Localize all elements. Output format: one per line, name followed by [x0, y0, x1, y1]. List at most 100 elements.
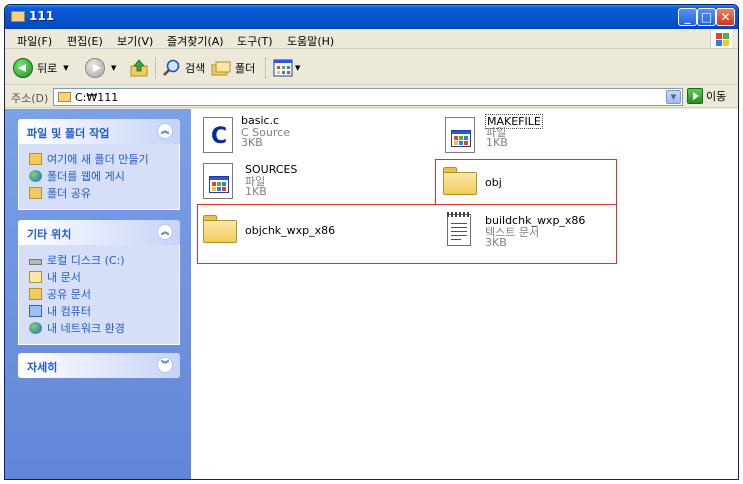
generic-file-icon [445, 117, 475, 153]
address-path[interactable]: C:₩111 [75, 91, 118, 104]
folders-button[interactable]: 폴더 [211, 57, 255, 79]
share-folder-link[interactable]: 폴더 공유 [29, 184, 171, 201]
menu-help[interactable]: 도움말(H) [287, 33, 334, 49]
panel-body: 로컬 디스크 (C:) 내 문서 공유 문서 내 컴퓨터 내 네트워크 환경 [18, 245, 180, 345]
shared-documents-link[interactable]: 공유 문서 [29, 285, 171, 302]
panel-body: 여기에 새 폴더 만들기 폴더를 웹에 게시 폴더 공유 [18, 144, 180, 210]
link-label: 폴더를 웹에 게시 [47, 169, 125, 183]
folder-name: objchk_wxp_x86 [245, 224, 336, 237]
details-panel: 자세히 ︾ [18, 353, 180, 378]
computer-icon [29, 304, 42, 317]
chevron-down-icon[interactable]: ▼ [111, 64, 116, 72]
toolbar-separator [155, 57, 156, 79]
link-label: 내 컴퓨터 [47, 304, 91, 318]
panel-header[interactable]: 자세히 ︾ [18, 353, 180, 378]
panel-header[interactable]: 기타 위치 ︽ [18, 220, 180, 245]
folders-icon [211, 61, 231, 76]
chevron-down-icon[interactable]: ▼ [666, 90, 681, 104]
title-bar[interactable]: 111 _ □ ✕ [5, 5, 738, 29]
file-item-sources[interactable]: SOURCES 파일 1KB [197, 157, 417, 205]
disk-drive-icon [29, 258, 42, 265]
link-label: 내 문서 [47, 270, 81, 284]
my-documents-link[interactable]: 내 문서 [29, 268, 171, 285]
folders-label: 폴더 [235, 62, 256, 75]
views-grid-icon [273, 59, 293, 77]
share-folder-icon [29, 186, 42, 199]
task-pane: 파일 및 폴더 작업 ︽ 여기에 새 폴더 만들기 폴더를 웹에 게시 폴더 공… [5, 109, 191, 479]
menu-favorites[interactable]: 즐겨찾기(A) [167, 33, 224, 49]
expand-chevron-icon[interactable]: ︾ [157, 357, 173, 373]
search-label: 검색 [185, 62, 206, 75]
text-document-icon [447, 212, 471, 246]
views-button[interactable]: ▼ [273, 57, 300, 79]
window-title: 111 [29, 9, 55, 23]
file-item-buildchk[interactable]: buildchk_wxp_x86 텍스트 문서 3KB [439, 207, 615, 255]
address-input[interactable]: C:₩111 ▼ [53, 88, 683, 106]
up-folder-button[interactable] [129, 57, 149, 79]
back-button[interactable]: 뒤로 ▼ [13, 57, 69, 79]
address-bar: 주소(D) C:₩111 ▼ 이동 [5, 86, 738, 108]
folder-item-objchk[interactable]: objchk_wxp_x86 [199, 209, 419, 253]
folder-icon [203, 215, 237, 243]
address-label: 주소(D) [11, 92, 49, 105]
file-size: 1KB [486, 136, 508, 149]
c-source-icon: C [203, 117, 233, 153]
folder-item-obj[interactable]: obj [439, 161, 615, 205]
minimize-button[interactable]: _ [678, 8, 697, 26]
toolbar: 뒤로 ▼ ▼ 검색 폴더 ▼ [5, 50, 738, 85]
windows-logo-icon [710, 30, 732, 48]
panel-header[interactable]: 파일 및 폴더 작업 ︽ [18, 119, 180, 144]
go-label: 이동 [706, 90, 727, 103]
folder-icon [443, 167, 477, 195]
network-icon [29, 321, 42, 334]
folder-icon [11, 11, 25, 22]
search-icon [163, 59, 180, 76]
up-folder-icon [130, 59, 148, 77]
explorer-window: 111 _ □ ✕ 파일(F) 편집(E) 보기(V) 즐겨찾기(A) 도구(T… [4, 4, 739, 480]
other-places-panel: 기타 위치 ︽ 로컬 디스크 (C:) 내 문서 공유 문서 내 컴퓨터 내 네… [18, 220, 180, 345]
back-label: 뒤로 [37, 62, 58, 75]
panel-title: 기타 위치 [27, 228, 72, 241]
shared-documents-icon [29, 287, 42, 300]
my-network-link[interactable]: 내 네트워크 환경 [29, 319, 171, 336]
menu-bar: 파일(F) 편집(E) 보기(V) 즐겨찾기(A) 도구(T) 도움말(H) [5, 29, 738, 49]
search-button[interactable]: 검색 [161, 57, 205, 79]
chevron-down-icon[interactable]: ▼ [63, 64, 68, 72]
link-label: 로컬 디스크 (C:) [47, 253, 125, 267]
collapse-chevron-icon[interactable]: ︽ [157, 123, 173, 139]
folder-icon [58, 92, 71, 102]
my-computer-link[interactable]: 내 컴퓨터 [29, 302, 171, 319]
my-documents-icon [29, 270, 42, 283]
generic-file-icon [203, 163, 233, 199]
panel-title: 파일 및 폴더 작업 [27, 127, 110, 140]
back-arrow-icon [13, 58, 33, 78]
menu-edit[interactable]: 편집(E) [67, 33, 103, 49]
close-button[interactable]: ✕ [716, 8, 735, 26]
menu-tools[interactable]: 도구(T) [237, 33, 273, 49]
file-list: C basic.c C Source 3KB MAKEFILE 파일 1KB S… [191, 109, 738, 479]
menu-view[interactable]: 보기(V) [117, 33, 153, 49]
file-item-basic-c[interactable]: C basic.c C Source 3KB [197, 109, 417, 157]
toolbar-separator [265, 57, 266, 79]
panel-title: 자세히 [27, 361, 58, 374]
file-item-makefile[interactable]: MAKEFILE 파일 1KB [439, 109, 659, 157]
link-label: 폴더 공유 [47, 186, 91, 200]
publish-to-web-link[interactable]: 폴더를 웹에 게시 [29, 167, 171, 184]
folder-name: obj [485, 176, 502, 189]
go-arrow-icon [687, 88, 703, 104]
file-size: 3KB [241, 136, 263, 149]
new-folder-link[interactable]: 여기에 새 폴더 만들기 [29, 150, 171, 167]
forward-button[interactable]: ▼ [85, 57, 116, 79]
forward-arrow-icon [85, 58, 105, 78]
link-label: 공유 문서 [47, 287, 91, 301]
menu-file[interactable]: 파일(F) [17, 33, 52, 49]
file-folder-tasks-panel: 파일 및 폴더 작업 ︽ 여기에 새 폴더 만들기 폴더를 웹에 게시 폴더 공… [18, 119, 180, 210]
file-size: 3KB [485, 236, 507, 249]
file-size: 1KB [245, 185, 267, 198]
collapse-chevron-icon[interactable]: ︽ [157, 224, 173, 240]
chevron-down-icon[interactable]: ▼ [295, 64, 300, 72]
local-disk-link[interactable]: 로컬 디스크 (C:) [29, 251, 171, 268]
link-label: 여기에 새 폴더 만들기 [47, 152, 149, 166]
maximize-button[interactable]: □ [697, 8, 716, 26]
go-button[interactable]: 이동 [687, 88, 726, 104]
